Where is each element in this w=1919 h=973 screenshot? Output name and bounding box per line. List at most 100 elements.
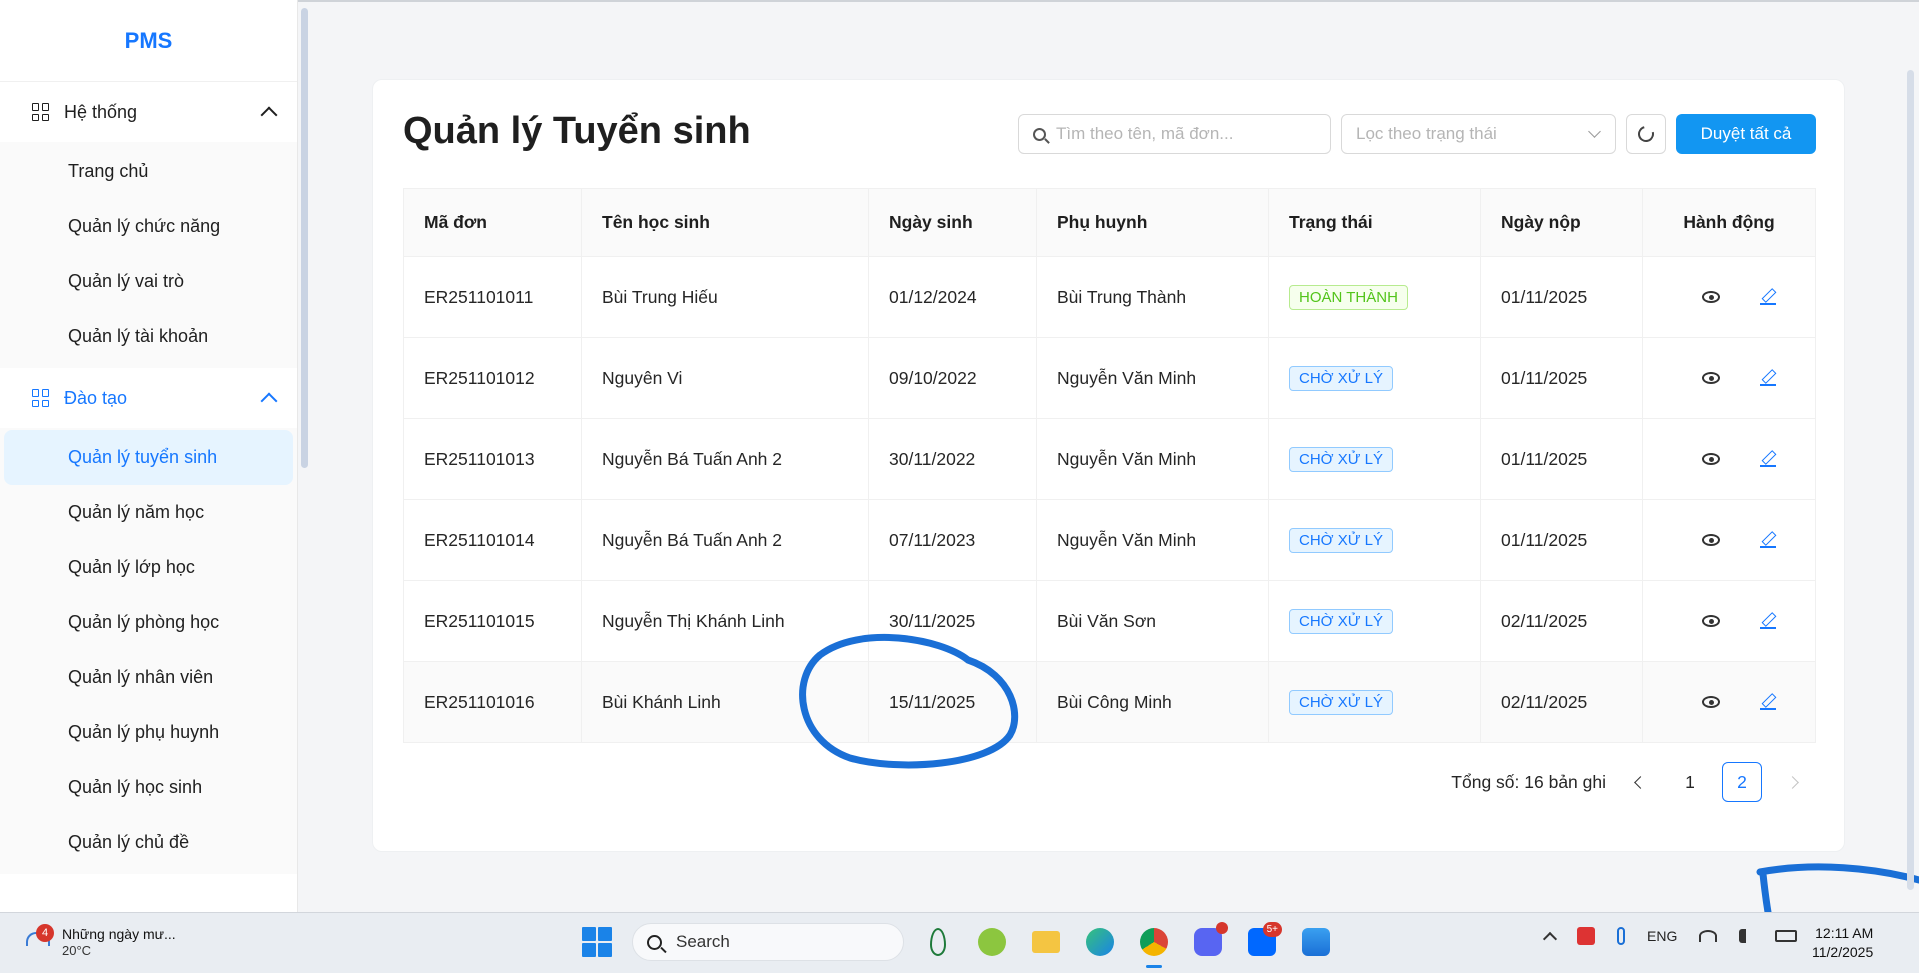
wifi-icon[interactable] bbox=[1699, 930, 1718, 942]
table-row[interactable]: ER251101015 Nguyễn Thị Khánh Linh 30/11/… bbox=[403, 580, 1816, 662]
table-row[interactable]: ER251101016 Bùi Khánh Linh 15/11/2025 Bù… bbox=[403, 661, 1816, 743]
search-input[interactable] bbox=[1056, 124, 1316, 144]
prev-page-button[interactable] bbox=[1618, 762, 1658, 802]
edit-icon[interactable] bbox=[1760, 289, 1776, 305]
column-header-parent[interactable]: Phụ huynh bbox=[1036, 188, 1269, 257]
page-button-1[interactable]: 1 bbox=[1670, 762, 1710, 802]
cell-student: Nguyễn Bá Tuấn Anh 2 bbox=[581, 418, 869, 500]
column-header-code[interactable]: Mã đơn bbox=[403, 188, 582, 257]
taskbar-search[interactable]: Search bbox=[632, 923, 904, 961]
status-badge: CHỜ XỬ LÝ bbox=[1289, 608, 1394, 634]
cell-dob: 30/11/2022 bbox=[868, 418, 1037, 500]
grid-icon bbox=[32, 103, 50, 121]
edit-icon[interactable] bbox=[1760, 694, 1776, 710]
sidebar-item-phu-huynh[interactable]: Quản lý phụ huynh bbox=[4, 705, 293, 760]
column-header-actions: Hành động bbox=[1642, 188, 1816, 257]
sidebar-item-chuc-nang[interactable]: Quản lý chức năng bbox=[4, 199, 293, 254]
cell-student: Bùi Khánh Linh bbox=[581, 661, 869, 743]
zalo-app-icon[interactable]: 5+ bbox=[1242, 922, 1282, 962]
refresh-icon bbox=[1635, 123, 1657, 145]
file-explorer-icon[interactable] bbox=[1026, 922, 1066, 962]
antivirus-icon[interactable] bbox=[1577, 927, 1595, 945]
system-clock[interactable]: 12:11 AM 11/2/2025 bbox=[1812, 924, 1873, 962]
table-row[interactable]: ER251101011 Bùi Trung Hiếu 01/12/2024 Bù… bbox=[403, 256, 1816, 338]
taskbar: 4 Những ngày mư... 20°C Search 5+ ENG 12… bbox=[0, 912, 1919, 973]
sidebar-item-chu-de[interactable]: Quản lý chủ đề bbox=[4, 815, 293, 870]
windows-start-icon[interactable] bbox=[582, 927, 612, 957]
edit-icon[interactable] bbox=[1760, 451, 1776, 467]
menu-group-dao-tao[interactable]: Đào tạo bbox=[0, 368, 297, 428]
column-header-status[interactable]: Trạng thái bbox=[1268, 188, 1481, 257]
status-filter-select[interactable]: Lọc theo trạng thái bbox=[1341, 114, 1616, 154]
language-indicator[interactable]: ENG bbox=[1647, 928, 1677, 944]
next-page-button[interactable] bbox=[1774, 762, 1814, 802]
cell-dob: 01/12/2024 bbox=[868, 256, 1037, 338]
sidebar-item-nam-hoc[interactable]: Quản lý năm học bbox=[4, 485, 293, 540]
grid-icon bbox=[32, 389, 50, 407]
sidebar-item-trang-chu[interactable]: Trang chủ bbox=[4, 144, 293, 199]
sidebar-item-nhan-vien[interactable]: Quản lý nhân viên bbox=[4, 650, 293, 705]
chevron-left-icon bbox=[1633, 775, 1647, 789]
sidebar-scrollbar[interactable] bbox=[301, 8, 308, 468]
status-badge: CHỜ XỬ LÝ bbox=[1289, 527, 1394, 553]
volume-icon[interactable] bbox=[1739, 929, 1753, 943]
refresh-button[interactable] bbox=[1626, 114, 1666, 154]
page-button-2[interactable]: 2 bbox=[1722, 762, 1762, 802]
sidebar-item-tai-khoan[interactable]: Quản lý tài khoản bbox=[4, 309, 293, 364]
main-scrollbar[interactable] bbox=[1907, 70, 1914, 890]
view-icon[interactable] bbox=[1702, 372, 1720, 384]
total-records: Tổng số: 16 bản ghi bbox=[1451, 771, 1606, 792]
edit-icon[interactable] bbox=[1760, 532, 1776, 548]
approve-all-button[interactable]: Duyệt tất cả bbox=[1676, 114, 1816, 154]
cell-submitted: 01/11/2025 bbox=[1480, 337, 1643, 419]
status-badge: HOÀN THÀNH bbox=[1289, 284, 1408, 310]
cell-submitted: 01/11/2025 bbox=[1480, 499, 1643, 581]
view-icon[interactable] bbox=[1702, 615, 1720, 627]
browser-app-icon[interactable] bbox=[972, 922, 1012, 962]
column-header-dob[interactable]: Ngày sinh bbox=[868, 188, 1037, 257]
photos-app-icon[interactable] bbox=[1296, 922, 1336, 962]
view-icon[interactable] bbox=[1702, 696, 1720, 708]
view-icon[interactable] bbox=[1702, 291, 1720, 303]
view-icon[interactable] bbox=[1702, 453, 1720, 465]
search-box[interactable] bbox=[1018, 114, 1331, 154]
pagination: Tổng số: 16 bản ghi 1 2 bbox=[1451, 762, 1814, 802]
chrome-browser-icon[interactable] bbox=[1134, 922, 1174, 968]
cell-code: ER251101016 bbox=[403, 661, 582, 743]
view-icon[interactable] bbox=[1702, 534, 1720, 546]
sidebar-item-hoc-sinh[interactable]: Quản lý học sinh bbox=[4, 760, 293, 815]
column-header-student[interactable]: Tên học sinh bbox=[581, 188, 869, 257]
discord-app-icon[interactable] bbox=[1188, 922, 1228, 962]
table-row[interactable]: ER251101013 Nguyễn Bá Tuấn Anh 2 30/11/2… bbox=[403, 418, 1816, 500]
sidebar-item-tuyen-sinh[interactable]: Quản lý tuyển sinh bbox=[4, 430, 293, 485]
page-title: Quản lý Tuyển sinh bbox=[403, 110, 751, 152]
sidebar-item-phong-hoc[interactable]: Quản lý phòng học bbox=[4, 595, 293, 650]
menu-group-label: Đào tạo bbox=[64, 387, 128, 408]
cell-parent: Bùi Công Minh bbox=[1036, 661, 1269, 743]
notification-badge: 4 bbox=[36, 923, 54, 942]
cell-student: Nguyên Vi bbox=[581, 337, 869, 419]
table-row[interactable]: ER251101014 Nguyễn Bá Tuấn Anh 2 07/11/2… bbox=[403, 499, 1816, 581]
menu-group-he-thong[interactable]: Hệ thống bbox=[0, 82, 297, 142]
battery-icon[interactable] bbox=[1775, 930, 1798, 942]
cell-dob: 07/11/2023 bbox=[868, 499, 1037, 581]
sidebar-item-lop-hoc[interactable]: Quản lý lớp học bbox=[4, 540, 293, 595]
table-row[interactable]: ER251101012 Nguyên Vi 09/10/2022 Nguyễn … bbox=[403, 337, 1816, 419]
cell-parent: Bùi Trung Thành bbox=[1036, 256, 1269, 338]
weather-widget[interactable]: 4 Những ngày mư... 20°C bbox=[24, 923, 176, 958]
mongodb-app-icon[interactable] bbox=[918, 922, 958, 962]
sidebar-item-vai-tro[interactable]: Quản lý vai trò bbox=[4, 254, 293, 309]
edit-icon[interactable] bbox=[1760, 370, 1776, 386]
microphone-icon[interactable] bbox=[1617, 927, 1625, 945]
app-logo[interactable]: PMS bbox=[0, 0, 297, 82]
edit-icon[interactable] bbox=[1760, 613, 1776, 629]
cell-actions bbox=[1642, 580, 1816, 662]
cell-student: Nguyễn Thị Khánh Linh bbox=[581, 580, 869, 662]
column-header-submitted[interactable]: Ngày nộp bbox=[1480, 188, 1643, 257]
taskbar-apps: Search 5+ bbox=[582, 922, 1336, 968]
edge-browser-icon[interactable] bbox=[1080, 922, 1120, 962]
cell-submitted: 01/11/2025 bbox=[1480, 418, 1643, 500]
cell-submitted: 02/11/2025 bbox=[1480, 580, 1643, 662]
chevron-up-icon[interactable] bbox=[1542, 931, 1558, 947]
cell-status: CHỜ XỬ LÝ bbox=[1268, 499, 1481, 581]
